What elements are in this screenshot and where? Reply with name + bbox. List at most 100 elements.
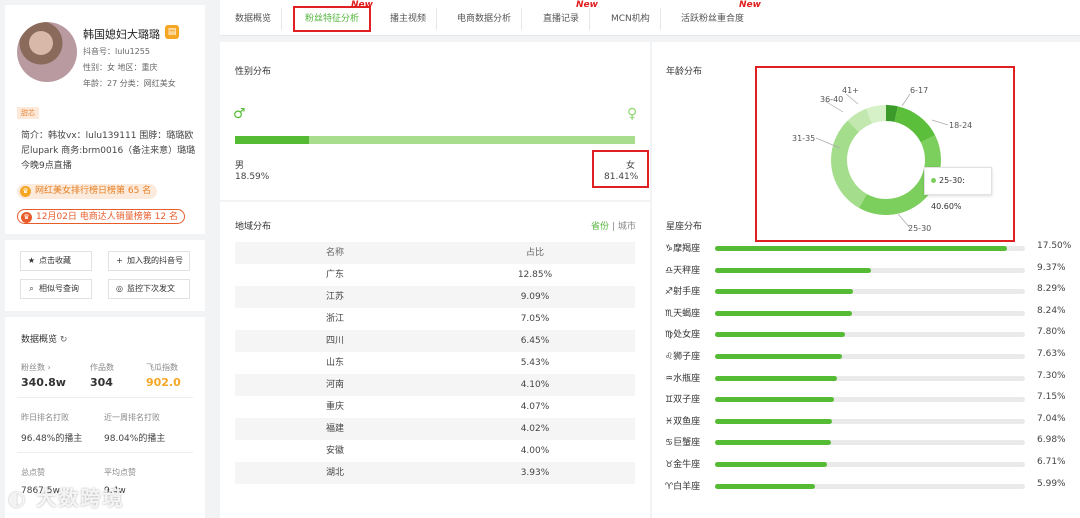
tab-overview[interactable]: 数据概览 [225, 8, 283, 30]
zodiac-symbol-icon: ♎ [665, 265, 674, 276]
gender-region: 性别：女 地区：重庆 [83, 63, 158, 72]
table-row: 湖北 3.93% [235, 462, 635, 484]
zodiac-symbol-icon: ♋ [665, 438, 674, 449]
zodiac-bar-row: ♎天秤座 9.37% [665, 260, 1075, 280]
monitor-button[interactable]: ◎ 监控下次发文 [108, 279, 190, 299]
zodiac-symbol-icon: ♒ [665, 373, 674, 384]
plus-icon: + [116, 256, 123, 265]
refresh-icon[interactable]: ↻ [60, 335, 68, 345]
zodiac-bar-track [715, 375, 1025, 381]
crown-icon: ♛ [20, 186, 31, 197]
region-name: 重庆 [325, 402, 344, 412]
zodiac-bar-track [715, 354, 1025, 359]
verified-badge-icon: ▤ [165, 25, 179, 39]
gender-title: 性别分布 [235, 67, 272, 77]
zodiac-pct: 7.04% [1037, 413, 1066, 424]
watermark-logo: ◐ 大数跨境 [8, 486, 125, 510]
zodiac-bar [715, 354, 843, 359]
gender-bar-male-fill [235, 136, 310, 144]
region-pct: 12.85% [517, 270, 553, 280]
zodiac-bar-row: ♍处女座 7.80% [665, 324, 1075, 344]
rank-text: 12月02日 电商达人销量榜第 12 名 [36, 212, 178, 222]
zodiac-symbol-icon: ♉ [665, 460, 674, 470]
male-pct: 18.59% [235, 172, 270, 182]
zodiac-pct: 6.98% [1037, 435, 1066, 446]
zodiac-bar [715, 483, 815, 489]
rank-text: 网红美女排行榜日榜第 65 名 [35, 186, 152, 196]
zodiac-symbol-icon: ♐ [665, 287, 674, 298]
toggle-city[interactable]: 城市 [618, 222, 636, 232]
table-row: 重庆 4.07% [235, 396, 635, 418]
col-pct: 占比 [525, 248, 544, 258]
total-likes-label: 总点赞 [21, 468, 45, 477]
zodiac-pct: 7.15% [1037, 392, 1066, 403]
age-category: 年龄：27 分类：网红美女 [83, 79, 176, 88]
male-label: 男 [235, 161, 245, 171]
tab-videos[interactable]: 播主视频 [380, 8, 438, 30]
region-pct: 4.00% [520, 446, 550, 456]
zodiac-bar [715, 246, 1007, 251]
region-name: 山东 [325, 358, 344, 368]
collect-button[interactable]: ★ 点击收藏 [20, 251, 92, 271]
tab-live[interactable]: 直播记录 [533, 8, 591, 30]
tab-ecommerce[interactable]: 电商数据分析 [447, 8, 523, 30]
zodiac-bar [715, 267, 872, 273]
zodiac-pct: 7.63% [1037, 349, 1066, 359]
zodiac-name: ♈白羊座 [665, 481, 701, 492]
index-label: 飞瓜指数 [146, 363, 178, 372]
divider [17, 452, 193, 453]
toggle-province[interactable]: 省份 [591, 222, 609, 232]
yesterday-rank-value: 96.48%的播主 [21, 434, 83, 444]
profile-sidebar: 韩国媳妇大璐璐 ▤ 抖音号：lulu1255 性别：女 地区：重庆 年龄：27 … [5, 5, 205, 518]
zodiac-bar-track [715, 267, 1025, 273]
region-pct: 9.09% [520, 292, 550, 302]
zodiac-bar-row: ♑摩羯座 17.50% [665, 238, 1075, 258]
zodiac-bar [715, 418, 833, 424]
divider [5, 234, 205, 240]
zodiac-pct: 5.99% [1037, 478, 1066, 489]
zodiac-symbol-icon: ♑ [665, 244, 674, 254]
gender-bar [235, 136, 635, 144]
zodiac-bar-row: ♈白羊座 5.99% [665, 476, 1075, 496]
zodiac-name: ♊双子座 [665, 395, 701, 406]
highlight-box [755, 66, 1015, 242]
fans-value: 340.8w [21, 376, 66, 389]
zodiac-bar-row: ♓双鱼座 7.04% [665, 411, 1075, 431]
similar-search-button[interactable]: ⌕ 相似号查询 [20, 279, 92, 299]
zodiac-bar-row: ♉金牛座 6.71% [665, 454, 1075, 474]
zodiac-bar [715, 289, 854, 295]
avg-likes-label: 平均点赞 [104, 468, 136, 477]
zodiac-bar [715, 462, 827, 467]
new-badge: New [739, 0, 761, 10]
zodiac-pct: 6.71% [1037, 457, 1066, 467]
tab-mcn[interactable]: MCN机构 [601, 8, 661, 30]
region-pct: 7.05% [520, 314, 550, 324]
table-row: 浙江 7.05% [235, 308, 635, 330]
profile-tag: 甜芯 [17, 107, 39, 119]
overview-title: 数据概览 ↻ [21, 335, 68, 345]
zodiac-bar-track [715, 289, 1025, 295]
fans-label[interactable]: 粉丝数 › [21, 362, 51, 373]
region-pct: 6.45% [520, 336, 550, 346]
account-name: 韩国媳妇大璐璐 [83, 28, 160, 41]
zodiac-bar-track [715, 310, 1025, 316]
divider [17, 397, 193, 398]
zodiac-symbol-icon: ♊ [665, 395, 674, 406]
table-header: 名称 占比 [235, 242, 635, 264]
zodiac-pct: 7.30% [1037, 370, 1066, 381]
divider [220, 200, 650, 202]
region-pct: 5.43% [520, 358, 550, 368]
zodiac-bar-row: ♐射手座 8.29% [665, 281, 1075, 301]
add-account-button[interactable]: + 加入我的抖音号 [108, 251, 190, 271]
zodiac-name: ♓双鱼座 [665, 416, 701, 427]
table-row: 四川 6.45% [235, 330, 635, 352]
tab-active-fans[interactable]: 活跃粉丝重合度 [671, 8, 754, 30]
table-row: 山东 5.43% [235, 352, 635, 374]
male-icon: ♂ [233, 106, 246, 122]
zodiac-symbol-icon: ♏ [665, 308, 674, 319]
table-row: 江苏 9.09% [235, 286, 635, 308]
rank-badge-daily[interactable]: ♛ 网红美女排行榜日榜第 65 名 [17, 184, 158, 199]
rank-badge-ecommerce[interactable]: ♛ 12月02日 电商达人销量榜第 12 名 [17, 209, 185, 224]
zodiac-name: ♌狮子座 [665, 352, 701, 362]
douyin-id: 抖音号：lulu1255 [83, 47, 150, 56]
